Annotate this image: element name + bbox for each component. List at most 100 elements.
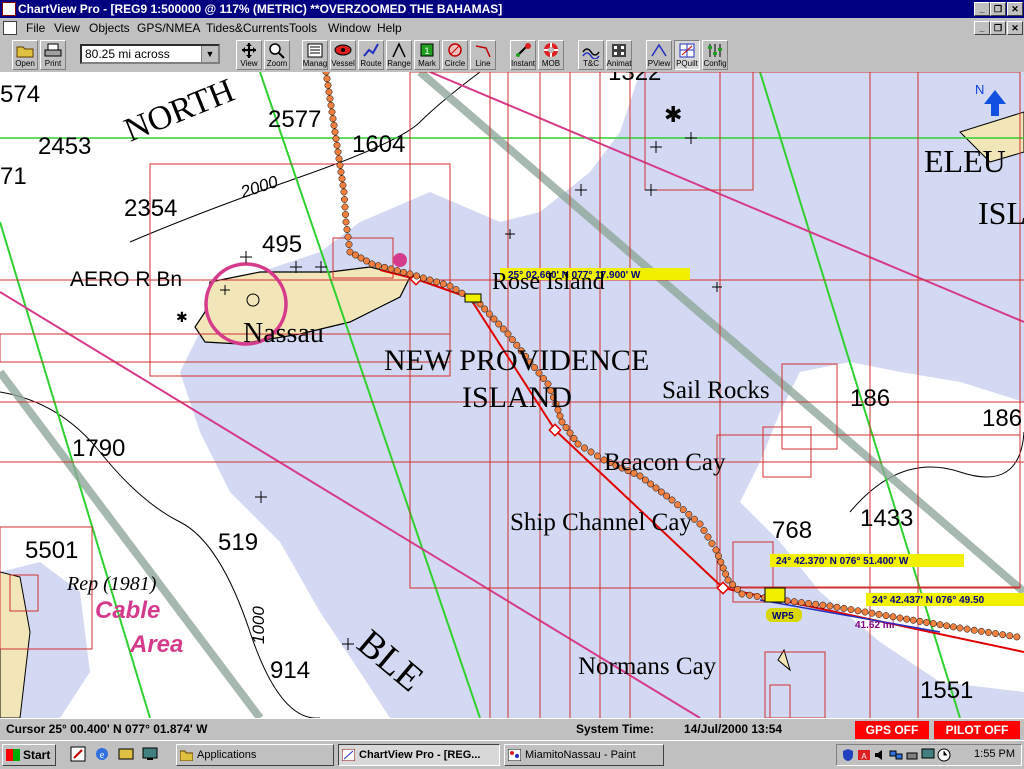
track-dot <box>594 452 601 460</box>
light-symbol <box>393 253 407 267</box>
track-dot <box>875 610 883 618</box>
mark-button[interactable]: 1 Mark <box>414 40 440 70</box>
route-button[interactable]: Route <box>358 40 384 70</box>
vessel-marker[interactable] <box>464 293 482 303</box>
quicklaunch-ie-icon[interactable]: e <box>94 746 110 762</box>
svg-text:✱: ✱ <box>176 310 188 326</box>
track-dot <box>452 286 460 294</box>
schedule-icon[interactable] <box>937 748 951 762</box>
waypoint-label[interactable]: WP5 <box>772 611 794 622</box>
app-icon[interactable] <box>2 2 16 16</box>
pilot-status[interactable]: PILOT OFF <box>934 721 1020 739</box>
menu-help[interactable]: Help <box>377 21 402 35</box>
view-button[interactable]: View <box>236 40 262 70</box>
track-dot <box>840 604 848 612</box>
doc-restore-icon[interactable]: ❐ <box>990 21 1006 35</box>
menu-tools[interactable]: Tools <box>289 21 317 35</box>
track-dot <box>393 267 401 275</box>
range-button[interactable]: Range <box>386 40 412 70</box>
sounding: 71 <box>0 163 27 190</box>
open-button[interactable]: Open <box>12 40 38 70</box>
sounding: 2354 <box>124 195 177 222</box>
config-icon <box>708 44 722 57</box>
chevron-down-icon[interactable]: ▼ <box>201 46 218 62</box>
monitor-icon[interactable] <box>921 748 935 762</box>
svg-text:1: 1 <box>424 46 429 56</box>
animate-button[interactable]: Animat <box>606 40 632 70</box>
network-icon[interactable] <box>889 748 903 762</box>
track-dot <box>977 627 985 635</box>
doc-minimize-icon[interactable]: _ <box>974 21 990 35</box>
task-applications[interactable]: Applications <box>176 744 334 766</box>
track-dot <box>657 488 665 496</box>
doc-close-icon[interactable]: ✕ <box>1007 21 1023 35</box>
range-label: 41.62 mi <box>855 620 895 631</box>
scale-value: 80.25 mi across <box>85 47 170 61</box>
menu-view[interactable]: View <box>54 21 80 35</box>
scale-select[interactable]: 80.25 mi across ▼ <box>80 44 220 64</box>
track-dot <box>406 270 414 278</box>
vessel-marker-current[interactable] <box>764 587 786 603</box>
sounding: 1604 <box>352 131 405 158</box>
track-dot <box>712 546 720 554</box>
manager-button[interactable]: Manag <box>302 40 328 70</box>
sounding: 2453 <box>38 133 91 160</box>
track-dot <box>342 218 350 226</box>
document-icon[interactable] <box>3 21 17 35</box>
task-paint[interactable]: MiamitoNassau - Paint <box>504 744 664 766</box>
print-button[interactable]: Print <box>40 40 66 70</box>
config-button[interactable]: Config <box>702 40 728 70</box>
track-dot <box>896 614 904 622</box>
sounding: 1790 <box>72 435 125 462</box>
position-tag-upper-text: 24° 42.370' N 076° 51.400' W <box>776 556 909 567</box>
instant-button[interactable]: Instant <box>510 40 536 70</box>
start-label: Start <box>23 748 51 762</box>
task-chartview[interactable]: ChartView Pro - [REG... <box>338 744 500 766</box>
menu-gps-nmea[interactable]: GPS/NMEA <box>137 21 200 35</box>
track-dot <box>916 617 924 625</box>
vessel-button[interactable]: Vessel <box>330 40 356 70</box>
quicklaunch-edit-icon[interactable] <box>70 746 86 762</box>
tides-currents-button[interactable]: T&C <box>578 40 604 70</box>
track-dot <box>882 612 890 620</box>
volume-icon[interactable] <box>873 748 887 762</box>
track-dot <box>331 128 339 136</box>
system-time-label: System Time: <box>576 722 654 736</box>
start-button[interactable]: Start <box>2 744 56 766</box>
menu-file[interactable]: File <box>26 21 45 35</box>
menu-objects[interactable]: Objects <box>89 21 130 35</box>
pquilt-button[interactable]: PQuilt <box>674 40 700 70</box>
clock[interactable]: 1:55 PM <box>974 748 1015 760</box>
track-dot <box>936 621 944 629</box>
quicklaunch-desktop-icon[interactable] <box>142 746 158 762</box>
line-button[interactable]: Line <box>470 40 496 70</box>
antivirus-icon[interactable]: A <box>857 748 871 762</box>
menu-window[interactable]: Window <box>328 21 371 35</box>
chart-view[interactable]: 25° 02.600' N 077° 17.900' W 24° 42.370'… <box>0 72 1024 718</box>
track-dot <box>719 564 727 572</box>
toolbar: Open Print 80.25 mi across ▼ View Zoom M… <box>0 38 1024 73</box>
contour-label: 1000 <box>249 606 268 644</box>
track-dot <box>647 480 655 488</box>
shield-icon[interactable] <box>841 748 855 762</box>
track-dot <box>439 280 447 288</box>
sounding: 1551 <box>920 677 973 704</box>
mob-button[interactable]: MOB <box>538 40 564 70</box>
nautical-chart[interactable]: 25° 02.600' N 077° 17.900' W 24° 42.370'… <box>0 72 1024 718</box>
quicklaunch-explorer-icon[interactable] <box>118 746 134 762</box>
track-dot <box>984 628 992 636</box>
zoom-button[interactable]: Zoom <box>264 40 290 70</box>
restore-icon[interactable]: ❐ <box>990 2 1006 16</box>
menu-tides-currents[interactable]: Tides&Currents <box>206 21 289 35</box>
gps-status[interactable]: GPS OFF <box>855 721 929 739</box>
sounding: 519 <box>218 529 258 556</box>
track-dot <box>324 81 332 89</box>
printer-tray-icon[interactable] <box>905 748 919 762</box>
line-icon <box>475 45 491 58</box>
minimize-icon[interactable]: _ <box>974 2 990 16</box>
circle-button[interactable]: Circle <box>442 40 468 70</box>
mark-icon: 1 <box>420 43 434 57</box>
close-icon[interactable]: ✕ <box>1007 2 1023 16</box>
track-dot <box>328 108 336 116</box>
pview-button[interactable]: PView <box>646 40 672 70</box>
